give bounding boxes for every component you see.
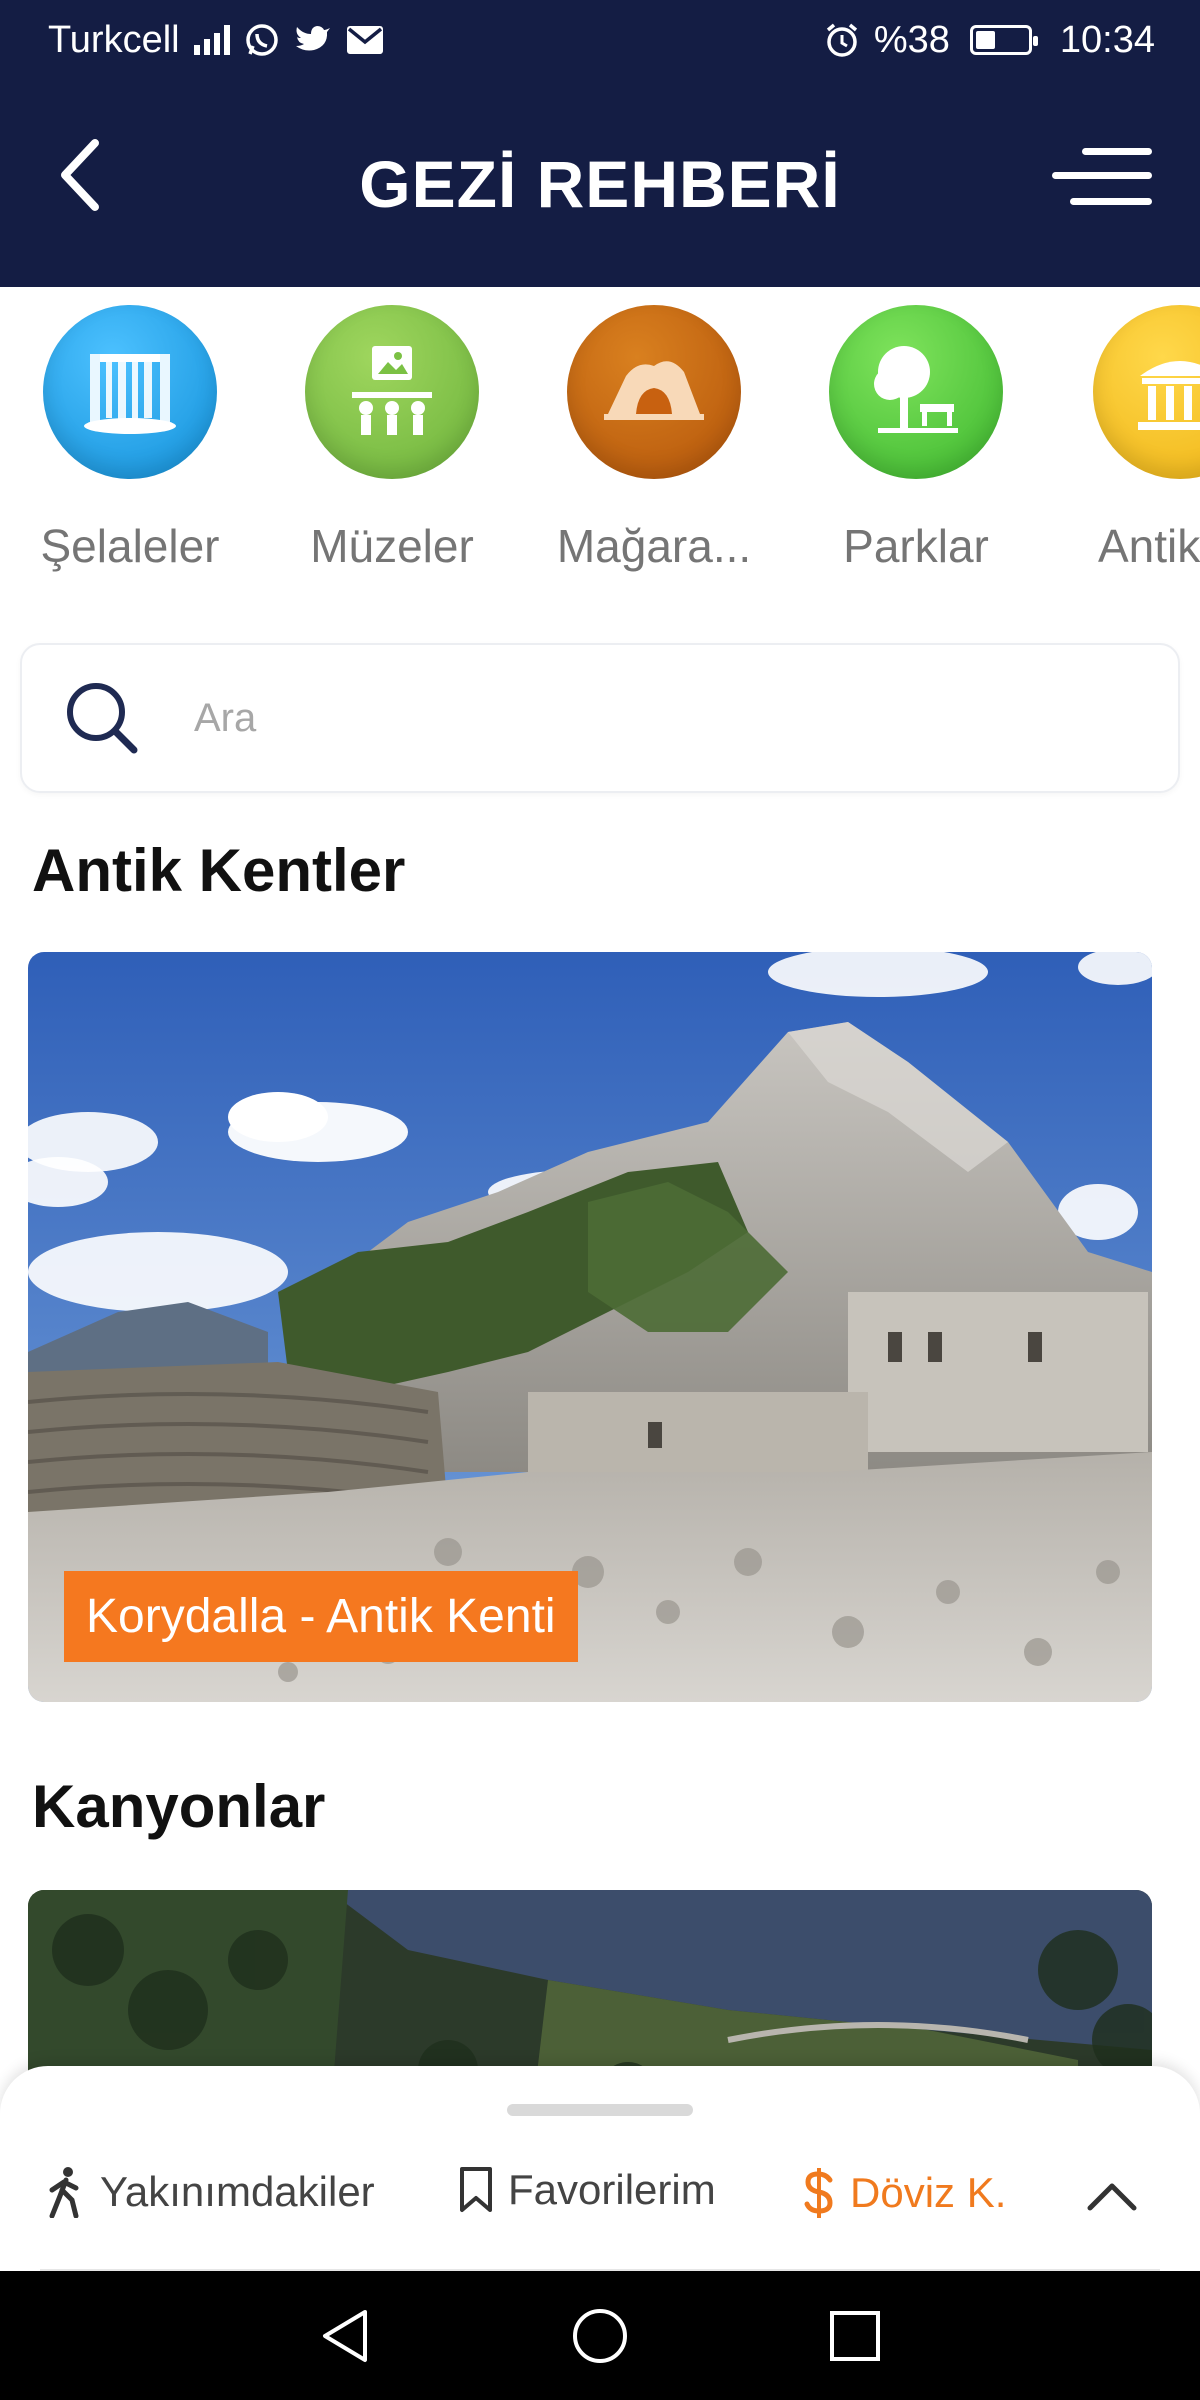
battery-percent: %38 — [873, 18, 950, 61]
bottom-sheet[interactable]: Yakınımdakiler Favorilerim Döviz K. — [0, 2066, 1200, 2271]
mail-icon — [346, 26, 383, 54]
section-title-ancient-cities: Antik Kentler — [32, 837, 406, 904]
category-label: Müzeler — [310, 520, 474, 572]
category-label: Şelaleler — [40, 520, 220, 572]
triangle-back-icon — [323, 2310, 367, 2362]
place-caption: Korydalla - Antik Kenti — [64, 1571, 578, 1662]
section-title-canyons: Kanyonlar — [32, 1773, 326, 1840]
place-card-korydalla[interactable]: Korydalla - Antik Kenti — [28, 952, 1152, 1702]
clock: 10:34 — [1059, 18, 1155, 61]
nav-favorites[interactable]: Favorilerim — [458, 2166, 716, 2214]
museum-icon — [352, 346, 432, 435]
carrier-name: Turkcell — [48, 18, 180, 61]
park-icon — [874, 346, 958, 433]
category-ancient[interactable]: Antik — [1060, 305, 1200, 573]
category-caves[interactable]: Mağara... — [534, 305, 774, 573]
waterfall-icon — [84, 354, 176, 434]
menu-icon — [1082, 148, 1152, 155]
search-input[interactable] — [194, 695, 1094, 741]
nav-nearby[interactable]: Yakınımdakiler — [46, 2166, 375, 2218]
status-right: %38 10:34 — [824, 19, 1155, 62]
system-home-button[interactable] — [565, 2301, 635, 2371]
alarm-icon — [826, 23, 857, 57]
back-button[interactable] — [40, 130, 120, 220]
category-waterfalls[interactable]: Şelaleler — [10, 305, 250, 573]
signal-icon — [193, 25, 230, 55]
drag-handle[interactable] — [507, 2104, 693, 2116]
search-bar[interactable] — [20, 643, 1180, 793]
category-museums[interactable]: Müzeler — [272, 305, 512, 573]
menu-button[interactable] — [1052, 142, 1152, 212]
status-left: Turkcell — [48, 19, 384, 62]
category-label: Mağara... — [556, 520, 752, 572]
whatsapp-icon — [245, 24, 278, 56]
chevron-up-icon — [1087, 2183, 1137, 2211]
nav-currency[interactable]: Döviz K. — [802, 2166, 1006, 2220]
system-recents-button[interactable] — [820, 2301, 890, 2371]
bookmark-icon — [460, 2167, 492, 2212]
square-recents-icon — [830, 2311, 880, 2361]
system-back-button[interactable] — [310, 2301, 380, 2371]
twitter-icon — [295, 26, 330, 51]
dollar-icon — [804, 2168, 833, 2218]
page-title: GEZİ REHBERİ — [359, 146, 841, 221]
search-icon — [67, 683, 138, 754]
circle-home-icon — [573, 2309, 627, 2363]
app-header: GEZİ REHBERİ — [0, 80, 1200, 287]
battery-icon — [969, 25, 1038, 55]
nav-label: Yakınımdakiler — [100, 2168, 375, 2215]
system-navigation-bar — [0, 2271, 1200, 2400]
chevron-left-icon — [61, 139, 99, 211]
temple-icon — [1138, 361, 1200, 430]
nav-label: Favorilerim — [508, 2166, 716, 2213]
category-label: Antik — [1098, 520, 1200, 572]
cave-icon — [604, 361, 704, 420]
expand-sheet-button[interactable] — [1082, 2176, 1142, 2216]
category-label: Parklar — [843, 520, 989, 572]
nav-label: Döviz K. — [850, 2169, 1007, 2216]
status-bar: Turkcell %38 10:34 — [0, 0, 1200, 80]
category-parks[interactable]: Parklar — [796, 305, 1036, 573]
category-carousel[interactable]: Şelaleler Müzeler Mağara... Parklar Anti… — [0, 305, 1200, 595]
walking-person-icon — [49, 2167, 79, 2218]
